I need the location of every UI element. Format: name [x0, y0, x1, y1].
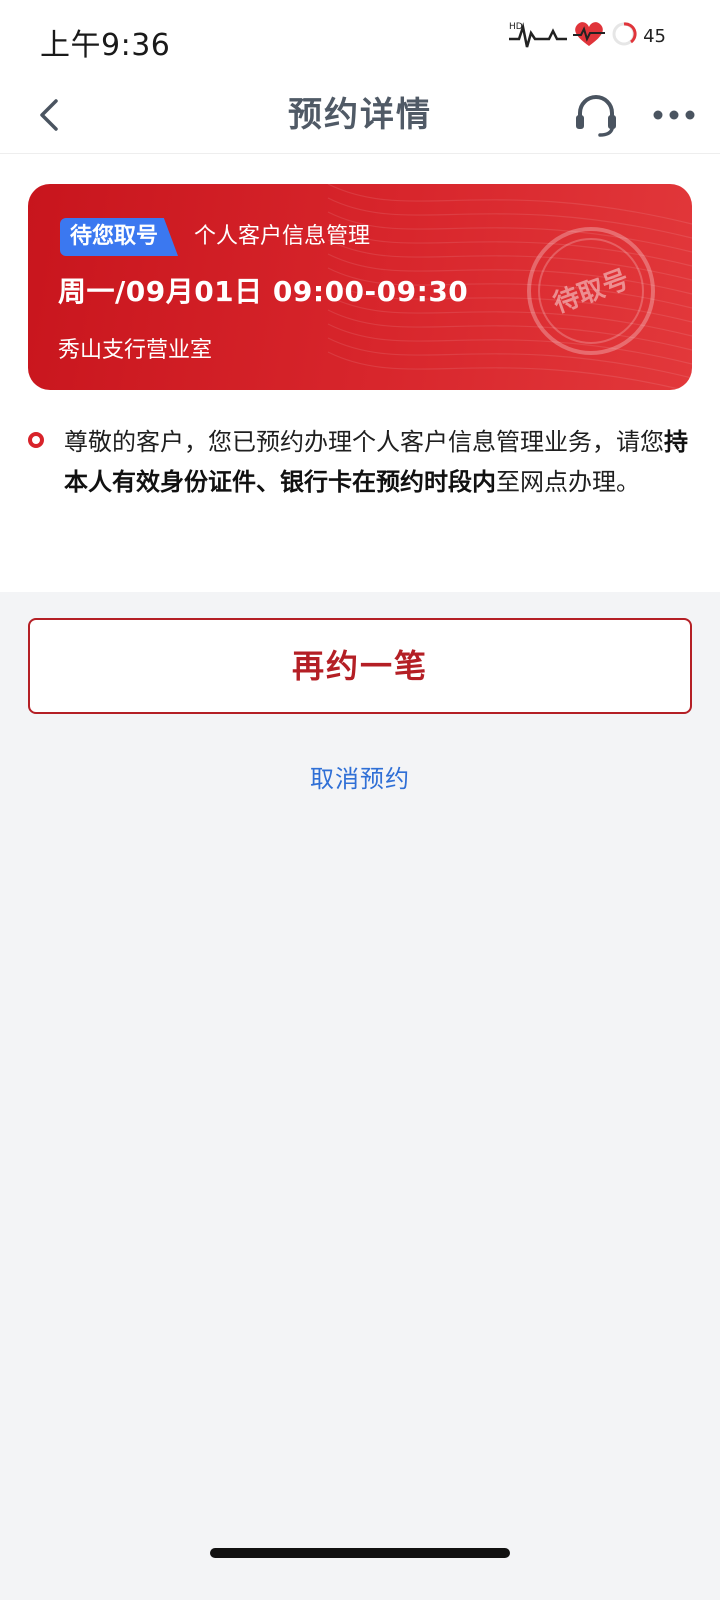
customer-service-button[interactable] — [566, 84, 626, 146]
service-name: 个人客户信息管理 — [194, 224, 371, 249]
battery-level: 45 — [643, 25, 666, 47]
more-button[interactable] — [646, 90, 702, 140]
status-badge: 待您取号 — [60, 218, 179, 256]
nav-bar: 预约详情 — [0, 76, 720, 154]
battery-icon — [611, 21, 637, 51]
status-bar: 上午9:36 HD 45 — [0, 0, 720, 76]
notice-text-end: 至网点办理。 — [496, 468, 640, 496]
notice-bullet-icon — [28, 432, 44, 448]
branch-name: 秀山支行营业室 — [58, 338, 213, 363]
hd-signal-icon: HD — [509, 19, 568, 53]
stamp-seal: 待取号 — [527, 227, 655, 355]
cancel-booking-link[interactable]: 取消预约 — [0, 762, 720, 796]
heart-health-icon — [571, 19, 607, 53]
more-dots-icon — [653, 110, 695, 120]
status-time: 上午9:36 — [40, 28, 171, 63]
booking-datetime: 周一/09月01日 09:00-09:30 — [58, 275, 469, 308]
booking-card: 待您取号 个人客户信息管理 周一/09月01日 09:00-09:30 秀山支行… — [28, 184, 692, 390]
headset-icon — [576, 95, 616, 137]
booking-content: 待您取号 个人客户信息管理 周一/09月01日 09:00-09:30 秀山支行… — [0, 154, 720, 592]
status-icons: HD 45 — [509, 16, 666, 56]
notice-text-start: 尊敬的客户，您已预约办理个人客户信息管理业务，请您 — [64, 428, 664, 456]
notice-text: 尊敬的客户，您已预约办理个人客户信息管理业务，请您持本人有效身份证件、银行卡在预… — [64, 422, 692, 502]
home-indicator[interactable] — [210, 1548, 510, 1558]
stamp-text: 待取号 — [550, 265, 634, 320]
rebook-button[interactable]: 再约一笔 — [28, 618, 692, 714]
app-root: 上午9:36 HD 45 预约详情 待您取号 个人客户信息管理 周一/09月01… — [0, 0, 720, 1600]
